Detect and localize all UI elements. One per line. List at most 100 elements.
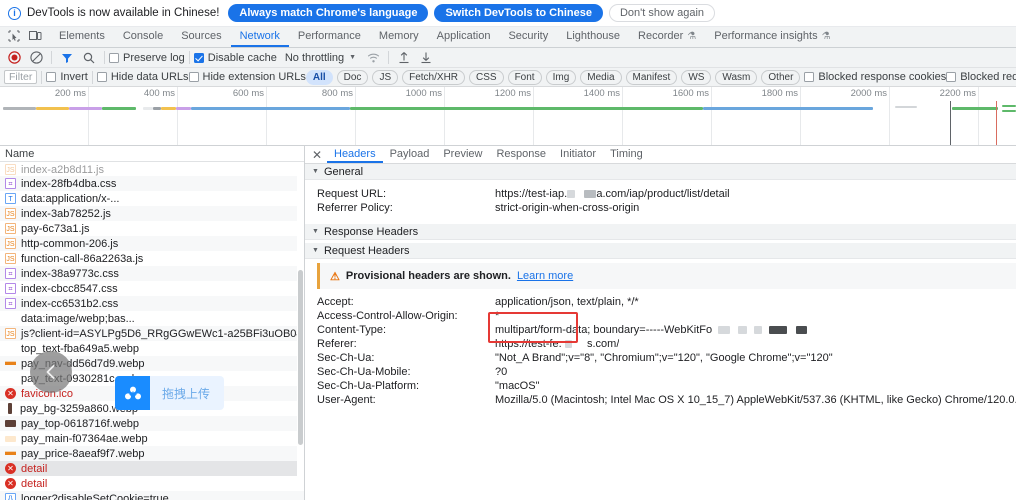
tab-performance[interactable]: Performance (289, 27, 370, 47)
type-filter-ws[interactable]: WS (681, 70, 711, 85)
detail-tab-payload[interactable]: Payload (383, 146, 437, 163)
detail-tab-label: Preview (443, 148, 482, 160)
dont-show-again-button[interactable]: Don't show again (609, 4, 715, 22)
request-row[interactable]: ⌗index-38a9773c.css (0, 266, 304, 281)
type-filter-manifest[interactable]: Manifest (626, 70, 678, 85)
tab-security[interactable]: Security (499, 27, 557, 47)
invert-checkbox[interactable]: Invert (46, 71, 88, 83)
js-file-icon: JS (5, 328, 16, 339)
request-row[interactable]: JSjs?client-id=ASYLPg5D6_RRgGGwEWc1-a25B… (0, 326, 304, 341)
request-row[interactable]: ⌗index-cc6531b2.css (0, 296, 304, 311)
request-row[interactable]: ⌗index-28fb4dba.css (0, 176, 304, 191)
request-row[interactable]: Tdata:application/x-... (0, 191, 304, 206)
request-list-scrollbar[interactable] (297, 176, 304, 476)
tab-elements[interactable]: Elements (50, 27, 114, 47)
type-filter-js[interactable]: JS (372, 70, 398, 85)
header-key: Sec-Ch-Ua-Platform: (317, 379, 495, 393)
always-match-language-button[interactable]: Always match Chrome's language (228, 4, 428, 22)
request-name: index-cbcc8547.css (21, 283, 118, 295)
type-filter-font[interactable]: Font (508, 70, 542, 85)
detail-tab-timing[interactable]: Timing (603, 146, 650, 163)
drag-upload-widget[interactable]: 拖拽上传 (115, 376, 224, 410)
back-overlay-button[interactable] (30, 351, 72, 393)
request-row-partial[interactable]: JSindex-a2b8d11.js (0, 162, 304, 176)
tab-application[interactable]: Application (428, 27, 500, 47)
request-row[interactable]: JSindex-3ab78252.js (0, 206, 304, 221)
request-row[interactable]: ✕detail (0, 476, 304, 491)
request-row[interactable]: {}logger?disableSetCookie=true (0, 491, 304, 500)
section-request-headers[interactable]: ▼ Request Headers (305, 243, 1016, 259)
request-row[interactable]: pay_top-0618716f.webp (0, 416, 304, 431)
tab-console[interactable]: Console (114, 27, 172, 47)
record-stop-icon[interactable] (3, 49, 25, 67)
detail-tab-initiator[interactable]: Initiator (553, 146, 603, 163)
close-icon[interactable]: ✕ (307, 146, 327, 163)
blocked-requests-checkbox[interactable]: Blocked requests (946, 71, 1016, 83)
content-type-value: multipart/form-data; boundary=-----WebKi… (495, 324, 712, 336)
clear-icon[interactable] (25, 49, 47, 67)
type-filter-doc[interactable]: Doc (337, 70, 369, 85)
search-icon[interactable] (78, 49, 100, 67)
section-general[interactable]: ▼ General (305, 164, 1016, 180)
detail-tab-label: Headers (334, 148, 376, 160)
chevron-down-icon: ▼ (312, 168, 319, 175)
header-row-sec-ch-ua-mobile: Sec-Ch-Ua-Mobile: ?0 (305, 365, 1016, 379)
tab-label: Lighthouse (566, 30, 620, 42)
tab-recorder[interactable]: Recorder⚗ (629, 27, 705, 47)
request-row[interactable]: JShttp-common-206.js (0, 236, 304, 251)
request-row[interactable]: JSfunction-call-86a2263a.js (0, 251, 304, 266)
learn-more-link[interactable]: Learn more (517, 270, 573, 282)
image-file-icon (5, 343, 16, 354)
provisional-notice-text: Provisional headers are shown. (346, 270, 511, 282)
redaction-block (567, 190, 575, 198)
filter-input[interactable]: Filter (4, 70, 37, 84)
image-file-icon (5, 313, 16, 324)
preserve-log-checkbox[interactable]: Preserve log (109, 52, 185, 64)
detail-tab-headers[interactable]: Headers (327, 146, 383, 163)
network-overview[interactable]: 200 ms 400 ms 600 ms 800 ms 1000 ms 1200… (0, 87, 1016, 146)
tab-memory[interactable]: Memory (370, 27, 428, 47)
hide-data-urls-checkbox[interactable]: Hide data URLs (97, 71, 189, 83)
tab-network[interactable]: Network (231, 27, 289, 47)
export-har-icon[interactable] (415, 49, 437, 67)
detail-tab-preview[interactable]: Preview (436, 146, 489, 163)
type-filter-all[interactable]: All (306, 70, 333, 85)
toolbar-divider (41, 71, 42, 84)
dom-content-loaded-marker (950, 101, 951, 146)
request-name: index-38a9773c.css (21, 268, 119, 280)
request-row[interactable]: pay_main-f07364ae.webp (0, 431, 304, 446)
redaction-block (584, 190, 596, 198)
section-response-headers[interactable]: ▼ Response Headers (305, 224, 1016, 240)
scrollbar-thumb[interactable] (298, 270, 303, 445)
type-filter-media[interactable]: Media (580, 70, 621, 85)
import-har-icon[interactable] (393, 49, 415, 67)
throttling-value: No throttling (285, 52, 344, 64)
type-filter-other[interactable]: Other (761, 70, 800, 85)
error-icon: ✕ (5, 388, 16, 399)
overview-tick-label: 1000 ms (406, 88, 442, 99)
request-row[interactable]: ⌗index-cbcc8547.css (0, 281, 304, 296)
switch-to-chinese-button[interactable]: Switch DevTools to Chinese (434, 4, 603, 22)
blocked-response-cookies-checkbox[interactable]: Blocked response cookies (804, 71, 946, 83)
tab-lighthouse[interactable]: Lighthouse (557, 27, 629, 47)
type-filter-wasm[interactable]: Wasm (715, 70, 757, 85)
network-conditions-icon[interactable] (362, 49, 384, 67)
overview-tick-label: 1400 ms (584, 88, 620, 99)
type-filter-img[interactable]: Img (546, 70, 577, 85)
tab-performance-insights[interactable]: Performance insights⚗ (705, 27, 839, 47)
detail-tab-response[interactable]: Response (489, 146, 553, 163)
request-detail-pane: ✕ Headers Payload Preview Response Initi… (305, 146, 1016, 500)
request-row[interactable]: ▬pay_price-8aeaf9f7.webp (0, 446, 304, 461)
hide-extension-urls-checkbox[interactable]: Hide extension URLs (189, 71, 306, 83)
request-row[interactable]: data:image/webp;bas... (0, 311, 304, 326)
request-row[interactable]: ✕detail (0, 461, 304, 476)
type-filter-css[interactable]: CSS (469, 70, 504, 85)
request-row[interactable]: JSpay-6c73a1.js (0, 221, 304, 236)
throttling-select[interactable]: No throttling ▼ (285, 52, 356, 64)
filter-funnel-icon[interactable] (56, 49, 78, 67)
device-toolbar-icon[interactable] (29, 30, 42, 45)
inspect-cursor-icon[interactable] (8, 30, 20, 45)
disable-cache-checkbox[interactable]: Disable cache (194, 52, 277, 64)
tab-sources[interactable]: Sources (172, 27, 230, 47)
type-filter-fetch-xhr[interactable]: Fetch/XHR (402, 70, 465, 85)
